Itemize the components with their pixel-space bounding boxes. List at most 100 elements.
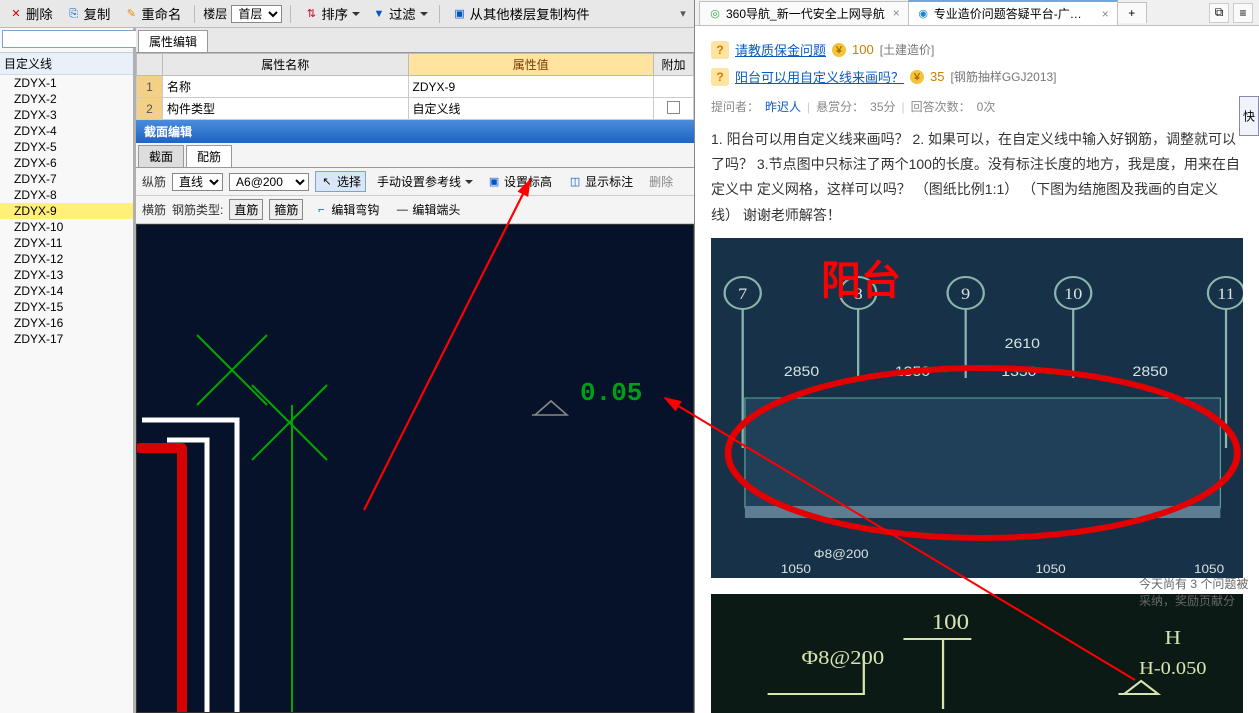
coin-icon: ￥ xyxy=(910,70,924,84)
floor-label: 楼层 xyxy=(203,5,227,22)
tree-item[interactable]: ZDYX-14 xyxy=(0,283,133,299)
qa-reward: 35 xyxy=(930,69,944,84)
restore-icon[interactable]: ⧉ xyxy=(1209,3,1229,23)
tree-item[interactable]: ZDYX-2 xyxy=(0,91,133,107)
rebar-type-label: 钢筋类型: xyxy=(172,201,223,218)
quick-button[interactable]: 快 xyxy=(1239,96,1259,136)
close-icon[interactable]: × xyxy=(1102,7,1109,21)
copy-button[interactable]: ⎘ 复制 xyxy=(62,2,116,25)
property-row[interactable]: 1名称ZDYX-9 xyxy=(137,76,694,98)
svg-text:2850: 2850 xyxy=(784,364,819,380)
tree-item[interactable]: ZDYX-5 xyxy=(0,139,133,155)
attached-photo-2: Φ8@200 100 H H-0.050 xyxy=(711,594,1243,713)
svg-text:Φ8@200: Φ8@200 xyxy=(802,646,885,668)
tree-item[interactable]: ZDYX-10 xyxy=(0,219,133,235)
tree-item[interactable]: ZDYX-12 xyxy=(0,251,133,267)
menu-icon[interactable]: ≡ xyxy=(1233,3,1253,23)
tree-item[interactable]: ZDYX-13 xyxy=(0,267,133,283)
hook-icon: ⌐ xyxy=(314,203,328,217)
edit-end-button[interactable]: — 编辑端头 xyxy=(390,199,465,220)
svg-text:2610: 2610 xyxy=(1005,336,1040,352)
favicon-icon: ◉ xyxy=(917,7,930,21)
rename-button[interactable]: ✎ 重命名 xyxy=(119,2,186,25)
property-row[interactable]: 2构件类型自定义线 xyxy=(137,98,694,120)
offset-icon: ▣ xyxy=(487,175,501,189)
filter-button[interactable]: ▼ 过滤 xyxy=(367,2,431,25)
svg-text:2850: 2850 xyxy=(1133,364,1168,380)
copy-icon: ⎘ xyxy=(67,7,81,21)
stirrup-button[interactable]: 箍筋 xyxy=(269,199,303,220)
coin-icon: ￥ xyxy=(832,43,846,57)
qa-reward: 100 xyxy=(852,42,874,57)
set-offset-button[interactable]: ▣ 设置标高 xyxy=(482,171,557,192)
filter-icon: ▼ xyxy=(372,7,386,21)
tree-item[interactable]: ZDYX-9 xyxy=(0,203,133,219)
question-icon: ? xyxy=(711,68,729,86)
checkbox-icon xyxy=(667,101,680,114)
svg-text:7: 7 xyxy=(738,285,748,303)
asker-link[interactable]: 昨迟人 xyxy=(765,98,801,115)
tree-item[interactable]: ZDYX-16 xyxy=(0,315,133,331)
delete-rebar-button[interactable]: 删除 xyxy=(644,171,678,192)
sort-label: 排序 xyxy=(321,4,348,23)
delete-icon: ✕ xyxy=(9,7,23,21)
spec-select[interactable]: A6@200 xyxy=(229,173,309,191)
tree-list[interactable]: ZDYX-1ZDYX-2ZDYX-3ZDYX-4ZDYX-5ZDYX-6ZDYX… xyxy=(0,75,133,713)
browser-tab-0[interactable]: ◎ 360导航_新一代安全上网导航 × xyxy=(699,1,909,25)
tree-item[interactable]: ZDYX-15 xyxy=(0,299,133,315)
svg-text:1050: 1050 xyxy=(781,562,811,576)
attached-photo-1: 7 8 9 10 11 2610 2850 1350 1350 2850 xyxy=(711,238,1243,578)
svg-text:10: 10 xyxy=(1064,285,1082,303)
tree-item[interactable]: ZDYX-3 xyxy=(0,107,133,123)
browser-tab-1[interactable]: ◉ 专业造价问题答疑平台-广联达服 × xyxy=(908,0,1118,25)
building-icon: ▣ xyxy=(453,7,467,21)
close-icon[interactable]: × xyxy=(893,6,900,20)
tree-item[interactable]: ZDYX-17 xyxy=(0,331,133,347)
tree-item[interactable]: ZDYX-11 xyxy=(0,235,133,251)
straight-rebar-button[interactable]: 直筋 xyxy=(229,199,263,220)
svg-text:1050: 1050 xyxy=(1035,562,1065,576)
tree-item[interactable]: ZDYX-6 xyxy=(0,155,133,171)
line-select[interactable]: 直线 xyxy=(172,173,223,191)
tree-item[interactable]: ZDYX-7 xyxy=(0,171,133,187)
section-canvas[interactable] xyxy=(136,224,694,713)
dropdown-icon[interactable]: ▾ xyxy=(676,7,690,21)
tab-property-edit[interactable]: 属性编辑 xyxy=(138,30,208,52)
rename-label: 重命名 xyxy=(141,4,181,23)
qa-title-link[interactable]: 请教质保金问题 xyxy=(735,40,826,59)
tree-item[interactable]: ZDYX-1 xyxy=(0,75,133,91)
sort-button[interactable]: ⇅ 排序 xyxy=(299,2,363,25)
longitudinal-label: 纵筋 xyxy=(142,173,166,190)
svg-text:Φ8@200: Φ8@200 xyxy=(814,547,869,561)
delete-label: 删除 xyxy=(26,4,53,23)
svg-text:1050: 1050 xyxy=(1194,562,1224,576)
new-tab-button[interactable]: + xyxy=(1117,2,1147,23)
show-annot-button[interactable]: ◫ 显示标注 xyxy=(563,171,638,192)
component-tree-panel: 🔍 目定义线 ZDYX-1ZDYX-2ZDYX-3ZDYX-4ZDYX-5ZDY… xyxy=(0,28,136,713)
set-ref-line-button[interactable]: 手动设置参考线 xyxy=(372,171,476,192)
copy-from-other-button[interactable]: ▣ 从其他楼层复制构件 xyxy=(448,2,595,25)
favicon-icon: ◎ xyxy=(708,6,722,20)
svg-text:9: 9 xyxy=(961,285,970,303)
edit-hook-button[interactable]: ⌐ 编辑弯钩 xyxy=(309,199,384,220)
tab-rebar[interactable]: 配筋 xyxy=(186,145,232,167)
qa-title-link[interactable]: 阳台可以用自定义线来画吗？ xyxy=(735,67,904,86)
sort-icon: ⇅ xyxy=(304,7,318,21)
question-body: 1. 阳台可以用自定义线来画吗？ 2. 如果可以，在自定义线中输入好钢筋，调整就… xyxy=(711,123,1243,238)
tab-section[interactable]: 截面 xyxy=(138,145,184,167)
qa-tag: [土建造价] xyxy=(880,41,935,58)
delete-button[interactable]: ✕ 删除 xyxy=(4,2,58,25)
page-content[interactable]: ? 请教质保金问题 ￥ 100 [土建造价] ? 阳台可以用自定义线来画吗？ ￥… xyxy=(695,26,1259,713)
copy-label: 复制 xyxy=(84,4,111,23)
annot-icon: ◫ xyxy=(568,175,582,189)
cursor-icon: ↖ xyxy=(320,175,334,189)
select-tool[interactable]: ↖ 选择 xyxy=(315,171,366,192)
floor-select[interactable]: 首层 xyxy=(231,5,282,23)
property-grid: 属性名称 属性值 附加 1名称ZDYX-92构件类型自定义线 xyxy=(136,53,694,120)
tree-item[interactable]: ZDYX-4 xyxy=(0,123,133,139)
tab-title: 360导航_新一代安全上网导航 xyxy=(726,5,885,22)
tree-item[interactable]: ZDYX-8 xyxy=(0,187,133,203)
rebar-row-1: 纵筋 直线 A6@200 ↖ 选择 手动设置参考线 ▣ 设置标高 xyxy=(136,168,694,196)
rename-icon: ✎ xyxy=(124,7,138,21)
qa-item-1: ? 阳台可以用自定义线来画吗？ ￥ 35 [钢筋抽样GGJ2013] xyxy=(711,63,1243,90)
